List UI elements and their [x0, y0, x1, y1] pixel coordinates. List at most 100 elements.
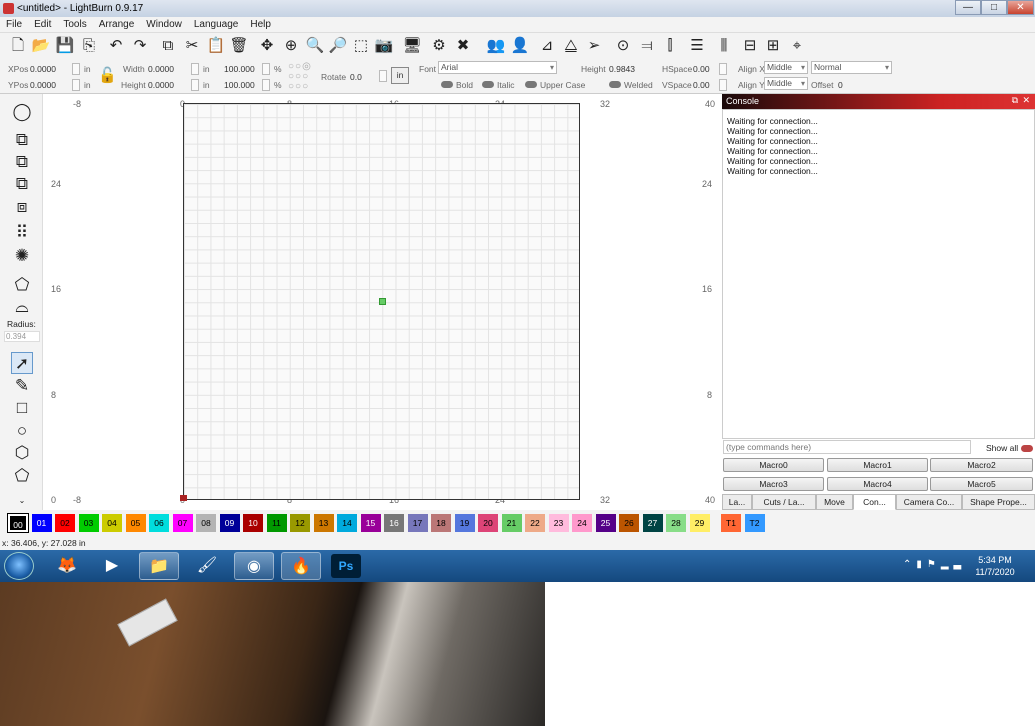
tab-cuts-layers[interactable]: Cuts / La... [752, 494, 816, 510]
font-select[interactable]: Arial [438, 61, 557, 74]
layer-color-T2[interactable]: T2 [744, 514, 765, 532]
import-icon[interactable]: ⎘ [79, 36, 99, 56]
hspace-value[interactable]: 0.00 [693, 64, 710, 74]
macro0-button[interactable]: Macro0 [723, 458, 824, 472]
close-button[interactable]: ✕ [1007, 0, 1034, 15]
align-y-select[interactable]: Middle [764, 77, 808, 90]
tab-move[interactable]: Move [816, 494, 853, 510]
layer-color-08[interactable]: 08 [196, 514, 216, 532]
text-mode-select[interactable]: Normal [811, 61, 892, 74]
user-icon[interactable]: 👤 [510, 36, 530, 56]
command-input[interactable]: (type commands here) [723, 440, 971, 454]
circle-icon[interactable]: ○ [11, 420, 33, 442]
new-file-icon[interactable]: 🗋 [8, 36, 28, 56]
open-folder-icon[interactable]: 📂 [31, 36, 51, 56]
select-frame-icon[interactable]: ⬚ [351, 36, 371, 56]
macro1-button[interactable]: Macro1 [827, 458, 928, 472]
media-player-icon[interactable]: ▶ [92, 552, 132, 580]
menu-window[interactable]: Window [140, 17, 188, 32]
circular-array-icon[interactable]: ✺ [11, 245, 33, 267]
xpos-value[interactable]: 0.0000 [30, 64, 56, 74]
weld-icon[interactable]: ⧈ [11, 196, 33, 218]
upper-case-toggle[interactable] [525, 81, 537, 88]
select-cursor-icon[interactable]: ➚ [11, 352, 33, 374]
align-left-icon[interactable]: ⫤ [637, 36, 657, 56]
layer-color-27[interactable]: 27 [642, 514, 663, 532]
menu-language[interactable]: Language [188, 17, 245, 32]
height-value[interactable]: 0.0000 [148, 80, 174, 90]
photoshop-icon[interactable]: Ps [331, 554, 361, 578]
distribute-v-icon[interactable]: ⫼ [714, 36, 734, 56]
layer-color-17[interactable]: 17 [407, 514, 428, 532]
system-tray-icons[interactable]: ⌃▮⚑▂▃ [903, 559, 966, 570]
layer-color-16[interactable]: 16 [384, 514, 404, 532]
undo-icon[interactable]: ↶ [106, 36, 126, 56]
layer-color-25[interactable]: 25 [595, 514, 616, 532]
float-panel-icon[interactable]: ⧉ [1012, 95, 1018, 106]
layer-color-02[interactable]: 02 [55, 514, 75, 532]
boolean-subtract-icon[interactable]: ⧉ [11, 151, 33, 173]
layer-color-12[interactable]: 12 [290, 514, 310, 532]
ypos-value[interactable]: 0.0000 [30, 80, 56, 90]
show-all-toggle[interactable] [1021, 445, 1033, 452]
camera-icon[interactable]: 📷 [374, 36, 394, 56]
lightburn-taskbar-icon[interactable]: 🔥 [281, 552, 321, 580]
layer-color-13[interactable]: 13 [313, 514, 334, 532]
grid-array-icon[interactable]: ⠿ [11, 222, 33, 244]
boolean-union-icon[interactable]: ⧉ [11, 129, 33, 151]
ellipse-edit-icon[interactable]: ◯ [11, 101, 33, 123]
tab-laser[interactable]: La... [722, 494, 752, 510]
layer-color-11[interactable]: 11 [266, 514, 287, 532]
width-value[interactable]: 0.0000 [148, 64, 174, 74]
units-toggle-button[interactable]: in [391, 67, 409, 84]
save-icon[interactable]: 💾 [55, 36, 75, 56]
layer-color-03[interactable]: 03 [78, 514, 99, 532]
layer-color-14[interactable]: 14 [337, 514, 357, 532]
align-top-icon[interactable]: ⊟ [740, 36, 760, 56]
scale-width-value[interactable]: 100.000 [224, 64, 255, 74]
layer-color-21[interactable]: 21 [501, 514, 522, 532]
chrome-icon[interactable]: ◉ [234, 552, 274, 580]
rotate-spinner[interactable] [379, 70, 387, 82]
start-button[interactable] [4, 552, 34, 580]
expand-chevron-icon[interactable]: ⌄ [11, 497, 33, 507]
rotate-value[interactable]: 0.0 [350, 72, 362, 82]
layer-color-19[interactable]: 19 [454, 514, 475, 532]
radius-value[interactable]: 0.394 [4, 331, 40, 342]
distribute-h-icon[interactable]: ☰ [687, 36, 707, 56]
tab-camera-control[interactable]: Camera Co... [896, 494, 962, 510]
mirror-vertical-icon[interactable]: ⧋ [561, 36, 581, 56]
hspace-spinner[interactable] [719, 63, 727, 75]
zoom-out-icon[interactable]: 🔎 [328, 36, 348, 56]
offset-value[interactable]: 0 [838, 80, 843, 90]
layer-color-05[interactable]: 05 [125, 514, 146, 532]
scale-width-spinner[interactable] [262, 63, 270, 75]
pentagon-icon[interactable]: ⬠ [11, 465, 33, 487]
clock[interactable]: 5:34 PM 11/7/2020 [960, 554, 1030, 578]
align-x-select[interactable]: Middle [764, 61, 808, 74]
rectangle-icon[interactable]: □ [11, 397, 33, 419]
ypos-spinner[interactable] [72, 79, 80, 91]
layer-color-04[interactable]: 04 [102, 514, 122, 532]
vspace-spinner[interactable] [719, 79, 727, 91]
crosshair-icon[interactable]: ⌖ [787, 36, 807, 56]
menu-tools[interactable]: Tools [57, 17, 92, 32]
layer-color-24[interactable]: 24 [572, 514, 592, 532]
layer-color-T1[interactable]: T1 [721, 514, 741, 532]
zoom-in-icon[interactable]: 🔍 [305, 36, 325, 56]
delete-icon[interactable]: 🗑 [229, 36, 249, 56]
menu-help[interactable]: Help [244, 17, 277, 32]
menu-file[interactable]: File [0, 17, 28, 32]
mirror-horizontal-icon[interactable]: ⊿ [537, 36, 557, 56]
group-users-icon[interactable]: 👥 [486, 36, 506, 56]
layer-color-22[interactable]: 22 [525, 514, 545, 532]
scale-height-spinner[interactable] [262, 79, 270, 91]
layer-color-10[interactable]: 10 [243, 514, 263, 532]
cut-icon[interactable]: ✂ [182, 36, 202, 56]
menu-arrange[interactable]: Arrange [93, 17, 141, 32]
macro3-button[interactable]: Macro3 [723, 477, 824, 491]
layer-color-18[interactable]: 18 [431, 514, 451, 532]
minimize-button[interactable]: — [955, 0, 981, 15]
file-explorer-icon[interactable]: 📁 [139, 552, 179, 580]
layer-color-01[interactable]: 01 [31, 514, 52, 532]
